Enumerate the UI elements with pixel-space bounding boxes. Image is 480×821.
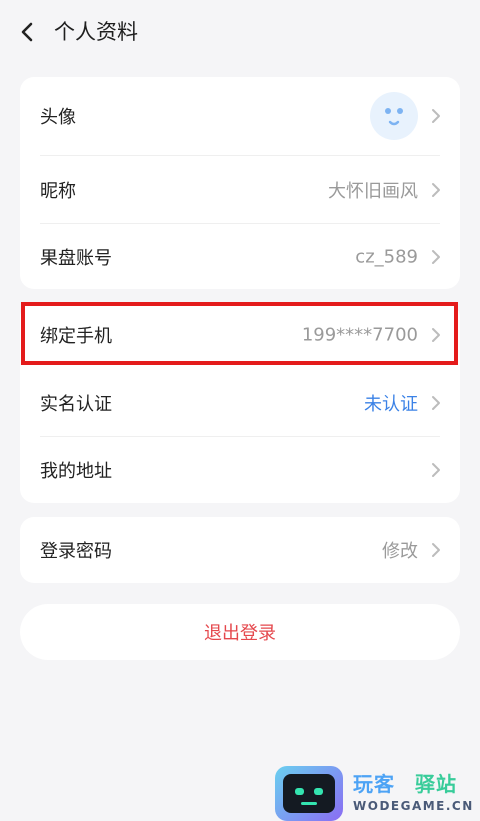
- avatar-row[interactable]: 头像: [20, 77, 460, 155]
- address-label: 我的地址: [40, 461, 112, 482]
- real-name-row[interactable]: 实名认证 未认证: [20, 369, 460, 436]
- logout-label: 退出登录: [204, 623, 276, 644]
- nickname-label: 昵称: [40, 180, 76, 202]
- watermark-logo: 玩客 驿站 WODEGAME.CN: [275, 766, 480, 821]
- nickname-row[interactable]: 昵称 大怀旧画风: [20, 156, 460, 223]
- avatar-label: 头像: [40, 107, 76, 128]
- account-value: cz_589: [355, 246, 418, 267]
- watermark-domain: WODEGAME.CN: [353, 799, 474, 813]
- chevron-right-icon: [432, 543, 440, 557]
- account-row[interactable]: 果盘账号 cz_589: [20, 224, 460, 289]
- bind-phone-label: 绑定手机: [40, 326, 112, 347]
- bind-phone-row[interactable]: 绑定手机 199****7700: [20, 303, 460, 367]
- address-row[interactable]: 我的地址: [20, 437, 460, 503]
- bind-phone-value: 199****7700: [301, 324, 418, 346]
- login-password-row[interactable]: 登录密码 修改: [20, 517, 460, 583]
- avatar[interactable]: [370, 92, 418, 140]
- chevron-right-icon: [432, 182, 440, 197]
- chevron-right-icon: [432, 328, 440, 342]
- robot-logo-icon: [275, 766, 343, 821]
- chevron-right-icon: [432, 395, 440, 410]
- nickname-value: 大怀旧画风: [328, 180, 418, 202]
- profile-card: 头像 昵称 大怀旧画风 果盘账号 cz_589: [20, 77, 460, 289]
- watermark-brand-b: 驿站: [415, 772, 457, 796]
- account-label: 果盘账号: [40, 247, 112, 269]
- real-name-label: 实名认证: [40, 393, 112, 415]
- logout-button[interactable]: 退出登录: [20, 604, 460, 660]
- watermark-brand-a: 玩客: [353, 772, 395, 796]
- modify-label: 修改: [382, 541, 418, 562]
- chevron-right-icon: [432, 109, 440, 123]
- chevron-right-icon: [432, 249, 440, 264]
- login-password-label: 登录密码: [40, 541, 112, 562]
- password-card: 登录密码 修改: [20, 517, 460, 583]
- page-title: 个人资料: [54, 20, 138, 44]
- real-name-status: 未认证: [364, 393, 418, 415]
- top-bar: 个人资料: [0, 0, 480, 64]
- avatar-face-icon: [385, 108, 403, 126]
- chevron-right-icon: [432, 463, 440, 477]
- back-arrow-icon[interactable]: [14, 18, 42, 46]
- security-card: 绑定手机 199****7700 实名认证 未认证 我的地址: [20, 303, 460, 503]
